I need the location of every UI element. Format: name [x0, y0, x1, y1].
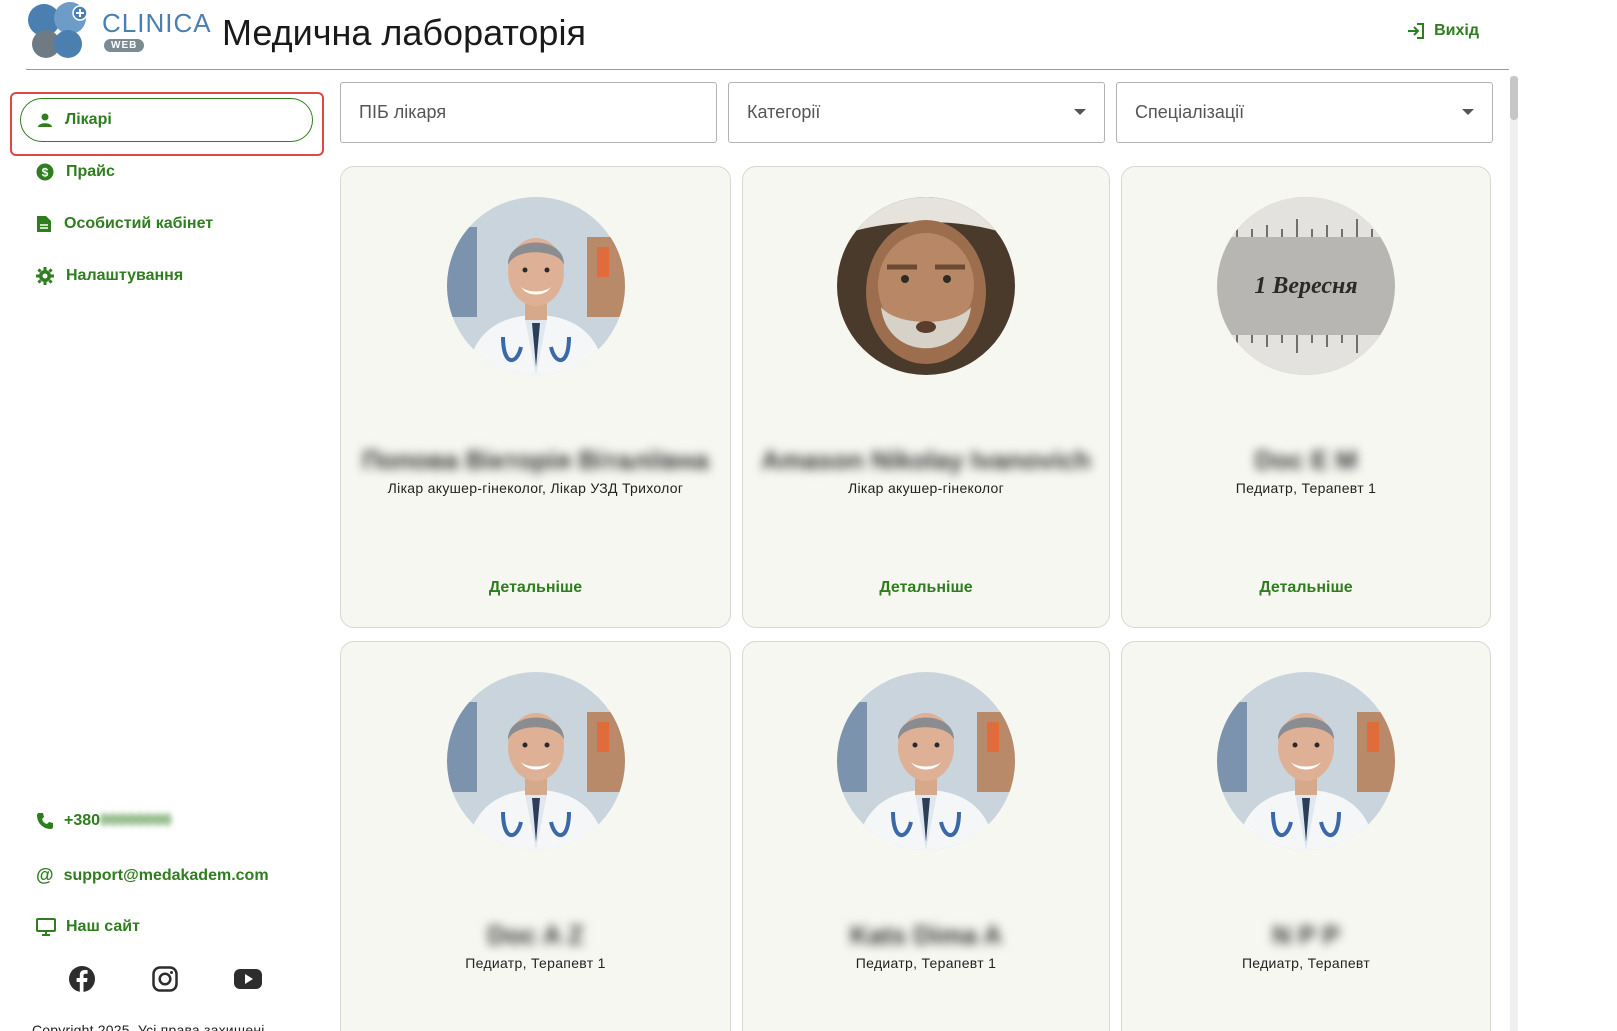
- gear-icon: [36, 267, 54, 285]
- chevron-down-icon: [1462, 109, 1474, 115]
- doctor-card[interactable]: N P P Педиатр, Терапевт: [1121, 641, 1491, 1031]
- sidebar-item-label: Особистий кабінет: [64, 215, 214, 232]
- content-scrollbar[interactable]: [1510, 76, 1518, 1031]
- doctor-name-placeholder: ПІБ лікаря: [359, 102, 447, 122]
- document-icon: [37, 216, 51, 232]
- doctor-photo: [1217, 672, 1395, 850]
- doctor-specialization: Педиатр, Терапевт: [1241, 955, 1371, 971]
- email-address: support@medakadem.com: [63, 866, 269, 884]
- instagram-icon[interactable]: [152, 966, 178, 992]
- categories-label: Категорії: [747, 102, 821, 122]
- header: CLINICA WEB Медична лабораторія Вихід: [26, 0, 1509, 70]
- chevron-down-icon: [1074, 109, 1086, 115]
- monitor-icon: [36, 918, 56, 936]
- copyright-text: Copyright 2025. Усі права захищені.: [32, 1022, 269, 1031]
- butterfly-logo-icon: [28, 2, 88, 58]
- doctor-name: Попова Вікторія Віталіївна: [362, 445, 709, 475]
- youtube-icon[interactable]: [234, 969, 262, 989]
- categories-select[interactable]: Категорії: [728, 82, 1105, 143]
- email-contact[interactable]: @ support@medakadem.com: [36, 865, 269, 886]
- facebook-icon[interactable]: [68, 965, 96, 993]
- scrollbar-thumb[interactable]: [1510, 76, 1518, 120]
- doctor-name: Doc A Z: [487, 920, 584, 950]
- svg-text:$: $: [42, 166, 49, 180]
- doctor-photo: 1 Вересня: [1217, 197, 1395, 375]
- dollar-icon: $: [36, 163, 54, 181]
- doctor-specialization: Педиатр, Терапевт 1: [1235, 480, 1377, 496]
- logo-wordmark: CLINICA: [102, 8, 212, 38]
- sidebar-item-doctors[interactable]: Лікарі: [20, 98, 313, 142]
- doctor-photo: [837, 197, 1015, 375]
- logout-button[interactable]: Вихід: [1406, 22, 1479, 40]
- phone-number: +38000000000: [64, 812, 171, 830]
- doctor-photo: [837, 672, 1015, 850]
- at-icon: @: [36, 865, 54, 885]
- specializations-label: Спеціалізації: [1135, 102, 1245, 122]
- logout-icon: [1408, 23, 1425, 39]
- doctor-portrait-image: [446, 672, 625, 850]
- logo-badge: WEB: [104, 39, 145, 52]
- social-links: [68, 965, 262, 993]
- doctor-name: N P P: [1272, 920, 1340, 950]
- phone-contact[interactable]: +38000000000: [36, 812, 171, 830]
- doctor-portrait-image: [1217, 672, 1395, 850]
- doctor-name-filter[interactable]: ПІБ лікаря: [340, 82, 717, 143]
- clinica-logo[interactable]: CLINICA WEB: [26, 0, 211, 64]
- doctor-specialization: Педиатр, Терапевт 1: [855, 955, 997, 971]
- doctor-card[interactable]: Kats Dima A Педиатр, Терапевт 1: [742, 641, 1110, 1031]
- phone-hidden-digits: 00000000: [100, 812, 172, 829]
- logout-label: Вихід: [1434, 22, 1479, 39]
- sidebar-item-price[interactable]: $ Прайс: [20, 150, 313, 194]
- app-root: CLINICA WEB Медична лабораторія Вихід Лі…: [0, 0, 1617, 1031]
- doctor-name: Kats Dima A: [849, 920, 1003, 950]
- sidebar-item-label: Налаштування: [66, 267, 184, 284]
- doctor-photo: [446, 672, 625, 850]
- website-label: Наш сайт: [66, 918, 140, 935]
- sidebar-item-label: Прайс: [66, 163, 115, 180]
- doctor-portrait-image: [837, 197, 1015, 375]
- sidebar: Лікарі $ Прайс Особистий кабінет Налашту…: [0, 70, 330, 1031]
- doctor-details-link[interactable]: Детальніше: [341, 579, 730, 597]
- doctor-specialization: Педиатр, Терапевт 1: [465, 955, 606, 971]
- doctor-portrait-image: [446, 197, 625, 375]
- sidebar-item-label: Лікарі: [65, 111, 112, 128]
- doctor-specialization: Лікар акушер-гінеколог, Лікар УЗД Трихол…: [387, 480, 684, 496]
- doctor-specialization: Лікар акушер-гінеколог: [847, 480, 1005, 496]
- specializations-select[interactable]: Спеціалізації: [1116, 82, 1493, 143]
- doctor-details-link[interactable]: Детальніше: [743, 579, 1109, 597]
- ruler-date-text: 1 Вересня: [1254, 273, 1357, 299]
- person-icon: [38, 113, 52, 127]
- doctor-card[interactable]: Doc A Z Педиатр, Терапевт 1: [340, 641, 731, 1031]
- doctor-name: Doc E M: [1254, 445, 1358, 475]
- phone-icon: [37, 813, 53, 829]
- sidebar-item-settings[interactable]: Налаштування: [20, 254, 313, 298]
- ruler-date-image: 1 Вересня: [1217, 197, 1395, 375]
- doctor-card[interactable]: Amason Nikolay Ivanovich Лікар акушер-гі…: [742, 166, 1110, 628]
- doctor-name: Amason Nikolay Ivanovich: [761, 445, 1091, 475]
- doctor-details-link[interactable]: Детальніше: [1122, 579, 1490, 597]
- website-link[interactable]: Наш сайт: [36, 918, 140, 936]
- sidebar-item-cabinet[interactable]: Особистий кабінет: [20, 202, 313, 246]
- doctor-portrait-image: [837, 672, 1015, 850]
- doctor-card[interactable]: 1 Вересня Doc E M Педиатр, Терапевт 1 Де…: [1121, 166, 1491, 628]
- doctor-photo: [446, 197, 625, 375]
- page-title: Медична лабораторія: [222, 12, 586, 53]
- doctor-card[interactable]: Попова Вікторія Віталіївна Лікар акушер-…: [340, 166, 731, 628]
- phone-prefix: +380: [64, 812, 101, 829]
